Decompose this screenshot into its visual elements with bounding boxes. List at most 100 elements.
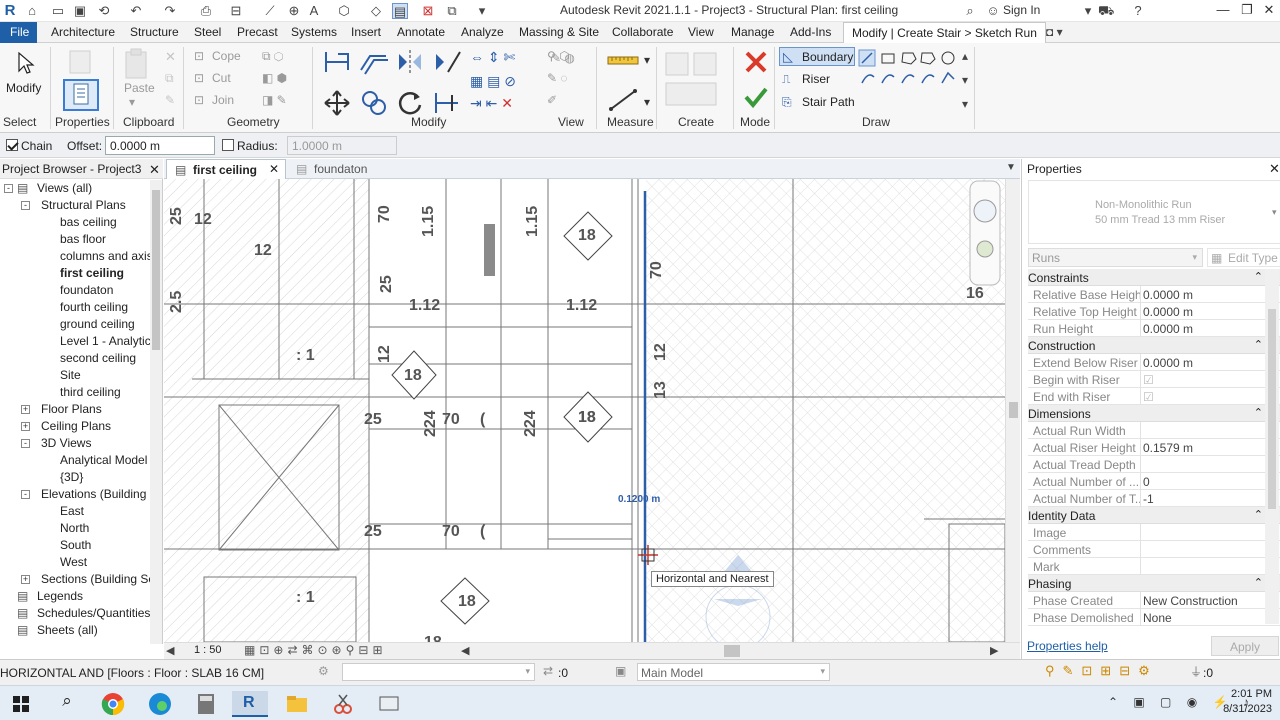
edge-icon[interactable] — [147, 691, 173, 717]
tab-architecture[interactable]: Architecture — [51, 25, 115, 39]
trim-extend-icon[interactable] — [432, 89, 462, 117]
clock-time[interactable]: 2:01 PM — [1222, 688, 1272, 700]
property-group-header[interactable]: Dimensions ⌃ — [1028, 405, 1280, 422]
tab-add-ins[interactable]: Add-Ins — [790, 25, 831, 39]
property-row[interactable]: Phase Created New Construction — [1028, 592, 1280, 609]
browser-item[interactable]: fourth ceiling — [60, 300, 128, 314]
unpin-icon[interactable]: ✎ ◌ — [547, 71, 568, 85]
tag-icon[interactable]: ⊕ — [286, 3, 302, 19]
properties-button[interactable] — [63, 79, 99, 111]
tab-view[interactable]: View — [688, 25, 714, 39]
hide-icon[interactable]: ✎ ◍ — [551, 51, 575, 65]
radius-checkbox[interactable] — [222, 139, 234, 151]
binoculars-icon[interactable]: ⌕ — [962, 3, 978, 19]
cope-label[interactable]: Cope — [212, 49, 241, 63]
collapse-icon[interactable]: ⌃ — [1254, 508, 1263, 521]
save-icon[interactable]: ▣ — [72, 3, 88, 19]
browser-item[interactable]: bas ceiling — [60, 215, 117, 229]
create-panel-label[interactable]: Create — [678, 115, 714, 129]
design-option-dropdown[interactable]: Main Model ▾ — [637, 663, 830, 681]
switch-windows-icon[interactable]: ⧉ — [444, 3, 460, 19]
tab-close-icon[interactable]: ✕ — [269, 162, 279, 176]
browser-item[interactable]: Sections (Building Section) — [41, 572, 150, 586]
properties-scrollbar[interactable] — [1265, 269, 1279, 624]
wall-joins-icon[interactable]: ⧉ ⬡ — [262, 49, 284, 64]
collapse-icon[interactable]: ⌃ — [1254, 270, 1263, 283]
mirror-axis-icon[interactable] — [395, 48, 425, 76]
print-icon[interactable]: ⎙ — [198, 3, 214, 19]
tree-expander-icon[interactable]: + — [21, 422, 30, 431]
property-group-header[interactable]: Phasing ⌃ — [1028, 575, 1280, 592]
property-group-header[interactable]: Identity Data ⌃ — [1028, 507, 1280, 524]
dropdown-icon[interactable]: ▾ — [1080, 3, 1096, 19]
property-row[interactable]: Actual Number of ... 0 — [1028, 473, 1280, 490]
modify-panel-label[interactable]: Modify — [411, 115, 446, 129]
modify-cursor-icon[interactable] — [14, 51, 36, 75]
section-icon[interactable]: ◇ — [368, 3, 384, 19]
measure-panel-label[interactable]: Measure — [607, 115, 654, 129]
property-row[interactable]: Actual Riser Height 0.1579 m — [1028, 439, 1280, 456]
property-row[interactable]: End with Riser ☑ — [1028, 388, 1280, 405]
mode-panel-label[interactable]: Mode — [740, 115, 770, 129]
browser-item[interactable]: ground ceiling — [60, 317, 135, 331]
properties-panel-label[interactable]: Properties — [55, 115, 110, 129]
apply-button[interactable]: Apply — [1211, 636, 1279, 656]
project-browser-close-icon[interactable]: ✕ — [149, 162, 160, 178]
tab-first-ceiling[interactable]: ▤ first ceiling ✕ — [166, 159, 286, 179]
property-row[interactable]: Begin with Riser ☑ — [1028, 371, 1280, 388]
properties-help-link[interactable]: Properties help — [1027, 639, 1108, 653]
property-row[interactable]: Actual Run Width — [1028, 422, 1280, 439]
property-group-header[interactable]: Construction ⌃ — [1028, 337, 1280, 354]
tree-expander-icon[interactable]: - — [21, 201, 30, 210]
browser-item[interactable]: {3D} — [60, 470, 83, 484]
user-icon[interactable]: ☺ — [985, 3, 1001, 19]
collapse-icon[interactable]: ⌃ — [1254, 576, 1263, 589]
design-options-icon[interactable]: ▣ — [615, 664, 626, 678]
minimize-button[interactable]: — — [1212, 2, 1234, 20]
3d-view-icon[interactable]: ⬡ — [336, 3, 352, 19]
tree-expander-icon[interactable]: + — [21, 405, 30, 414]
browser-item[interactable]: West — [60, 555, 87, 569]
file-explorer-icon[interactable] — [284, 691, 310, 717]
match-icon[interactable]: ✎ — [165, 93, 181, 109]
help-icon[interactable]: ? — [1130, 3, 1146, 19]
riser-button[interactable]: Riser — [802, 72, 830, 86]
array-icon[interactable]: ▦ ▤ ⊘ — [470, 73, 516, 90]
cope-icon[interactable]: ⊡ — [194, 49, 204, 63]
windows-start-icon[interactable] — [8, 691, 34, 717]
tab-manage[interactable]: Manage — [731, 25, 774, 39]
draw-panel-label[interactable]: Draw — [862, 115, 890, 129]
property-row[interactable]: Mark — [1028, 558, 1280, 575]
property-row[interactable]: Actual Number of T... -1 — [1028, 490, 1280, 507]
tree-expander-icon[interactable]: - — [21, 439, 30, 448]
workset-dropdown[interactable]: ▾ — [342, 663, 535, 681]
property-row[interactable]: Actual Tread Depth — [1028, 456, 1280, 473]
canvas-vertical-scrollbar[interactable] — [1005, 179, 1020, 642]
measure-icon[interactable] — [606, 49, 640, 73]
move-icon[interactable] — [322, 89, 352, 117]
browser-item[interactable]: South — [60, 538, 91, 552]
view-scale[interactable]: 1 : 50 — [194, 644, 222, 656]
join-icon[interactable]: ⊡ — [194, 93, 204, 107]
browser-item[interactable]: Views (all) — [37, 181, 92, 195]
aligned-dimension-icon[interactable] — [607, 87, 641, 113]
join-label[interactable]: Join — [212, 93, 234, 107]
property-group-header[interactable]: Constraints ⌃ — [1028, 269, 1280, 286]
paste-label[interactable]: Paste — [124, 81, 155, 95]
split-icon[interactable]: ⇔ ⇕ ✄ — [470, 49, 515, 66]
tree-expander-icon[interactable]: - — [4, 184, 13, 193]
property-row[interactable]: Run Height 0.0000 m — [1028, 320, 1280, 337]
clipboard-panel-label[interactable]: Clipboard — [123, 115, 174, 129]
paste-icon[interactable] — [122, 48, 152, 80]
browser-item[interactable]: Schedules/Quantities (all) — [37, 606, 150, 620]
open-icon[interactable]: ▭ — [50, 3, 66, 19]
home-icon[interactable]: ⌂ — [24, 3, 40, 19]
tab-file[interactable]: File — [0, 22, 37, 43]
browser-item[interactable]: second ceiling — [60, 351, 136, 365]
instance-filter-dropdown[interactable]: Runs ▾ — [1028, 248, 1203, 267]
revit-logo-icon[interactable]: R — [2, 3, 18, 19]
stair-path-icon[interactable]: ⎘ — [782, 95, 792, 110]
browser-item[interactable]: first ceiling — [60, 266, 124, 280]
filter-icon[interactable]: ⏚ — [1190, 663, 1202, 680]
property-row[interactable]: Comments — [1028, 541, 1280, 558]
